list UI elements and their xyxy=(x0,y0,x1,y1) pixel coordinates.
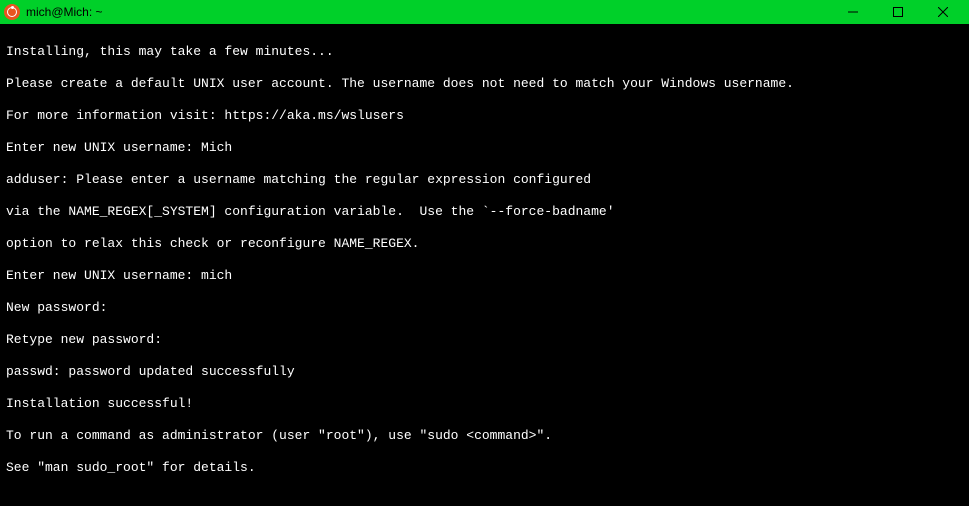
terminal-window: mich@Mich: ~ Installing, this may take a… xyxy=(0,0,969,506)
close-button[interactable] xyxy=(920,0,965,24)
output-line: option to relax this check or reconfigur… xyxy=(6,236,963,252)
ubuntu-icon xyxy=(4,4,20,20)
output-line: Retype new password: xyxy=(6,332,963,348)
output-line: Please create a default UNIX user accoun… xyxy=(6,76,963,92)
output-line: adduser: Please enter a username matchin… xyxy=(6,172,963,188)
output-line: See "man sudo_root" for details. xyxy=(6,460,963,476)
window-controls xyxy=(830,0,965,24)
minimize-button[interactable] xyxy=(830,0,875,24)
output-line xyxy=(6,492,963,506)
terminal-output[interactable]: Installing, this may take a few minutes.… xyxy=(0,24,969,506)
output-line: Installation successful! xyxy=(6,396,963,412)
output-line: New password: xyxy=(6,300,963,316)
window-title: mich@Mich: ~ xyxy=(26,5,830,19)
output-line: For more information visit: https://aka.… xyxy=(6,108,963,124)
output-line: passwd: password updated successfully xyxy=(6,364,963,380)
maximize-button[interactable] xyxy=(875,0,920,24)
output-line: via the NAME_REGEX[_SYSTEM] configuratio… xyxy=(6,204,963,220)
output-line: Enter new UNIX username: Mich xyxy=(6,140,963,156)
output-line: Enter new UNIX username: mich xyxy=(6,268,963,284)
output-line: To run a command as administrator (user … xyxy=(6,428,963,444)
titlebar[interactable]: mich@Mich: ~ xyxy=(0,0,969,24)
output-line: Installing, this may take a few minutes.… xyxy=(6,44,963,60)
